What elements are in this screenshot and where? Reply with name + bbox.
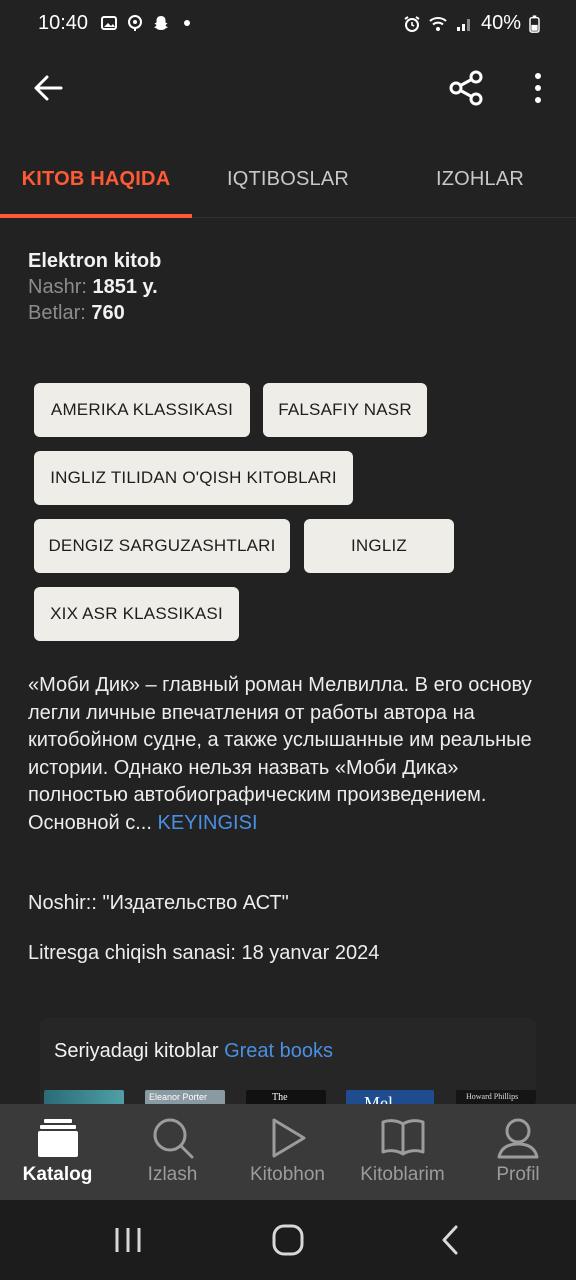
series-name-link[interactable]: Great books [224,1040,333,1062]
snapchat-icon [154,16,168,30]
more-options-button[interactable] [516,66,560,110]
publish-year-row: Nashr: 1851 y. [28,274,161,300]
home-button[interactable] [258,1216,318,1264]
dot-icon [184,20,190,26]
genre-chip[interactable]: XIX ASR KLASSIKASI [34,587,239,641]
genre-chip[interactable]: INGLIZ [304,519,454,573]
series-heading: Seriyadagi kitoblar Great books [54,1040,333,1063]
nav-profile-label: Profil [496,1164,540,1185]
arrow-left-icon [34,75,63,101]
profile-icon [496,1116,540,1160]
publisher-info: Noshir:: "Издательство АСТ" [28,892,289,914]
play-icon [266,1116,310,1160]
location-icon [128,15,142,31]
tab-reviews[interactable]: IZOHLAR [384,140,576,218]
recent-apps-icon [115,1228,141,1252]
nav-catalog-label: Katalog [22,1164,93,1185]
more-vertical-icon [535,73,541,103]
system-back-button[interactable] [420,1216,480,1264]
description-text: «Моби Дик» – главный роман Мелвилла. В е… [28,674,532,806]
book-format: Elektron kitob [28,250,162,272]
tab-bar: KITOB HAQIDA IQTIBOSLAR IZOHLAR [0,140,576,218]
share-icon [449,70,483,106]
genre-chip[interactable]: DENGIZ SARGUZASHTLARI [34,519,290,573]
back-button[interactable] [22,66,74,110]
nav-search[interactable]: Izlash [115,1104,230,1200]
publish-year-label: Nashr: [28,276,87,298]
status-system-icons: 40% [403,12,540,35]
nav-my-books[interactable]: Kitoblarim [345,1104,460,1200]
recent-apps-button[interactable] [98,1216,158,1264]
battery-icon [529,14,540,33]
nav-profile[interactable]: Profil [460,1104,576,1200]
catalog-icon [36,1116,80,1160]
book-icon [381,1116,425,1160]
share-button[interactable] [442,66,492,110]
release-date-info: Litresga chiqish sanasi: 18 yanvar 2024 [28,942,380,964]
nav-player-label: Kitobhon [249,1164,325,1185]
status-bar: 10:40 40% [0,0,576,48]
nav-player[interactable]: Kitobhon [230,1104,345,1200]
pages-value: 760 [91,302,125,324]
nav-search-label: Izlash [147,1164,198,1185]
status-notification-icons [100,14,196,32]
genre-chip[interactable]: INGLIZ TILIDAN O'QISH KITOBLARI [34,451,353,505]
book-info: Elektron kitob Nashr: 1851 y. Betlar: 76… [28,248,161,326]
alarm-icon [404,15,420,32]
app-bar [0,48,576,128]
series-card[interactable]: Seriyadagi kitoblar Great books Eleanor … [40,1018,536,1108]
signal-icon [456,18,470,31]
status-time: 10:40 [38,12,89,34]
publish-year-value: 1851 y. [92,276,158,298]
tab-about-book[interactable]: KITOB HAQIDA [0,140,192,218]
series-label: Seriyadagi kitoblar [54,1040,219,1062]
chevron-left-icon [442,1225,458,1255]
image-icon [101,16,117,30]
search-icon [151,1116,195,1160]
pages-label: Betlar: [28,302,86,324]
genre-chip[interactable]: AMERIKA KLASSIKASI [34,383,250,437]
book-description: «Моби Дик» – главный роман Мелвилла. В е… [28,672,550,837]
wifi-icon [429,16,447,31]
genre-chip[interactable]: FALSAFIY NASR [263,383,427,437]
read-more-link[interactable]: KEYINGISI [157,812,257,834]
home-icon [272,1224,304,1256]
pages-row: Betlar: 760 [28,300,161,326]
nav-catalog[interactable]: Katalog [0,1104,115,1200]
bottom-navigation: Katalog Izlash Kitobhon Kitoblarim Profi… [0,1104,576,1200]
tab-quotes[interactable]: IQTIBOSLAR [192,140,384,218]
nav-my-books-label: Kitoblarim [360,1164,445,1185]
active-tab-indicator [0,214,192,218]
system-navigation-bar [0,1200,576,1280]
description-truncated: Основной с... [28,811,152,834]
battery-percent: 40% [480,12,521,34]
